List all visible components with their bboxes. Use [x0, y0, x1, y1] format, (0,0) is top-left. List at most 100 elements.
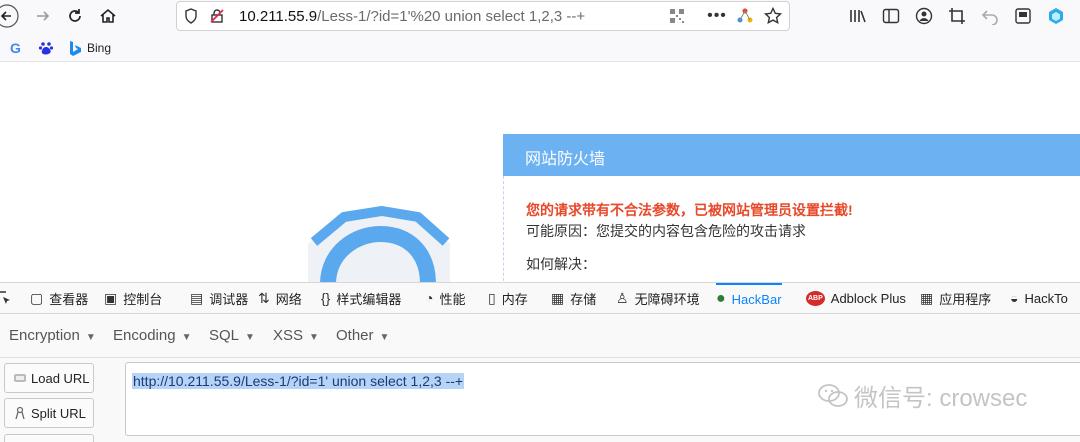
style-editor-icon: {} [321, 290, 331, 306]
bookmark-bing-label: Bing [87, 41, 112, 55]
network-icon: ⇅ [258, 289, 270, 306]
firewall-shield-icon [308, 206, 450, 282]
menu-encryption[interactable]: Encryption ▼ [9, 327, 96, 344]
bookmark-baidu[interactable] [38, 40, 54, 56]
console-icon: ▣ [104, 289, 118, 306]
page-content: 网站防火墙 您的请求带有不合法参数，已被网站管理员设置拦截! 可能原因：您提交的… [0, 62, 1080, 282]
sidebar-icon[interactable] [880, 5, 902, 27]
extension-icon[interactable] [1045, 5, 1067, 27]
home-icon [100, 8, 116, 23]
devtools-tab-accessibility[interactable]: ♙ 无障碍环境 [616, 283, 700, 313]
baidu-icon [38, 42, 54, 55]
bookmark-star-icon[interactable] [763, 6, 783, 26]
devtools-tab-label: 控制台 [123, 291, 163, 307]
reload-icon [69, 9, 81, 22]
url-bar[interactable]: 10.211.55.9/Less-1/?id=1'%20 union selec… [176, 1, 790, 31]
split-url-button[interactable]: Split URL [4, 398, 94, 428]
hackbar-menu: Encryption ▼ Encoding ▼ SQL ▼ XSS ▼ Other ▼ [0, 314, 1080, 358]
debugger-icon: ▤ [190, 289, 204, 306]
menu-xss-label: XSS [273, 327, 304, 344]
devtools-tab-label: 样式编辑器 [336, 291, 402, 307]
devtools-tab-performance[interactable]: ◔ 性能 [425, 283, 465, 313]
devtools-tab-label: Adblock Plus [830, 290, 906, 306]
firewall-warning: 您的请求带有不合法参数，已被网站管理员设置拦截! [526, 202, 853, 218]
wechat-icon [818, 383, 848, 407]
devtools-tab-label: 网络 [275, 291, 302, 307]
crop-icon[interactable] [946, 5, 968, 27]
hackbar-url-value: http://10.211.55.9/Less-1/?id=1' union s… [132, 373, 465, 389]
execute-button[interactable] [4, 434, 94, 442]
url-host: 10.211.55.9 [239, 8, 318, 25]
bookmarks-bar: G Bing [0, 34, 1080, 62]
chevron-down-icon: ▼ [85, 332, 96, 343]
google-icon: G [10, 40, 21, 56]
memory-icon: ▯ [488, 289, 496, 306]
reload-button[interactable] [62, 3, 88, 29]
devtools-tab-label: 查看器 [49, 291, 89, 307]
devtools-tab-memory[interactable]: ▯ 内存 [488, 283, 528, 313]
devtools-tab-application[interactable]: ▦ 应用程序 [920, 283, 991, 313]
devtools-tab-debugger[interactable]: ▤ 调试器 [190, 283, 248, 313]
bookmark-bing[interactable]: Bing [68, 40, 111, 56]
devtools-tab-abp[interactable]: ABP Adblock Plus [806, 283, 906, 313]
qr-code-icon[interactable] [667, 6, 687, 26]
devtools-tab-label: HackBar [731, 291, 782, 307]
menu-encryption-label: Encryption [9, 327, 80, 344]
menu-other-label: Other [336, 327, 374, 344]
firewall-title: 网站防火墙 [503, 134, 1080, 176]
application-icon: ▦ [920, 289, 934, 306]
devtools-tab-network[interactable]: ⇅ 网络 [258, 283, 302, 313]
inspector-icon: ▢ [30, 289, 44, 306]
devtools-tab-label: 调试器 [209, 291, 249, 307]
watermark: 微信号: crowsec [818, 378, 1027, 413]
chevron-down-icon: ▼ [181, 332, 192, 343]
abp-icon: ABP [806, 290, 825, 306]
devtools-tab-label: 无障碍环境 [634, 291, 700, 307]
menu-other[interactable]: Other ▼ [336, 327, 389, 344]
devtools-tab-label: HackTo [1024, 290, 1068, 306]
element-picker-button[interactable] [0, 283, 12, 313]
devtools-tab-label: 性能 [439, 291, 466, 307]
watermark-text: 微信号: crowsec [854, 385, 1028, 412]
forward-arrow-icon [37, 11, 50, 21]
devtools-tab-style-editor[interactable]: {} 样式编辑器 [321, 283, 401, 313]
insecure-lock-icon[interactable] [207, 6, 227, 26]
forward-button[interactable] [30, 3, 56, 29]
library-icon[interactable] [847, 5, 869, 27]
menu-encoding[interactable]: Encoding ▼ [113, 327, 191, 344]
home-button[interactable] [95, 3, 121, 29]
performance-icon: ◔ [425, 290, 434, 306]
undo-icon[interactable] [979, 5, 1001, 27]
devtools-tab-hacktools[interactable]: ◒ HackTo [1010, 283, 1068, 313]
bookmark-google[interactable]: G [10, 40, 21, 56]
back-arrow-icon [0, 4, 19, 28]
url-text[interactable]: 10.211.55.9/Less-1/?id=1'%20 union selec… [239, 8, 585, 25]
devtools-tab-label: 内存 [501, 291, 528, 307]
account-icon[interactable] [913, 5, 935, 27]
browser-toolbar: 10.211.55.9/Less-1/?id=1'%20 union selec… [0, 0, 1080, 34]
hackbar-icon: ● [716, 290, 726, 307]
chevron-down-icon: ▼ [379, 332, 390, 343]
menu-sql-label: SQL [209, 327, 240, 344]
pocket-icon[interactable] [735, 6, 755, 26]
split-url-icon [15, 406, 25, 420]
menu-xss[interactable]: XSS ▼ [273, 327, 319, 344]
load-url-button[interactable]: Load URL [4, 363, 94, 393]
firewall-reason: 可能原因：您提交的内容包含危险的攻击请求 [526, 223, 806, 239]
devtools-tab-hackbar[interactable]: ● HackBar [716, 283, 782, 313]
devtools-tab-storage[interactable]: ▦ 存储 [551, 283, 596, 313]
shield-tracking-icon[interactable] [181, 6, 201, 26]
back-button[interactable] [0, 3, 20, 29]
devtools-tab-console[interactable]: ▣ 控制台 [104, 283, 162, 313]
devtools-tab-label: 存储 [570, 291, 597, 307]
menu-encoding-label: Encoding [113, 327, 176, 344]
split-url-label: Split URL [31, 405, 86, 421]
chevron-down-icon: ▼ [245, 332, 255, 343]
more-actions-icon[interactable]: ••• [707, 6, 727, 26]
url-path: /Less-1/?id=1'%20 union select 1,2,3 --+ [317, 8, 586, 25]
firewall-body: 您的请求带有不合法参数，已被网站管理员设置拦截! 可能原因：您提交的内容包含危险… [503, 176, 1080, 282]
devtools-tab-inspector[interactable]: ▢ 查看器 [30, 283, 88, 313]
screenshot-icon[interactable] [1012, 5, 1034, 27]
devtools-tab-label: 应用程序 [939, 291, 992, 307]
menu-sql[interactable]: SQL ▼ [209, 327, 255, 344]
